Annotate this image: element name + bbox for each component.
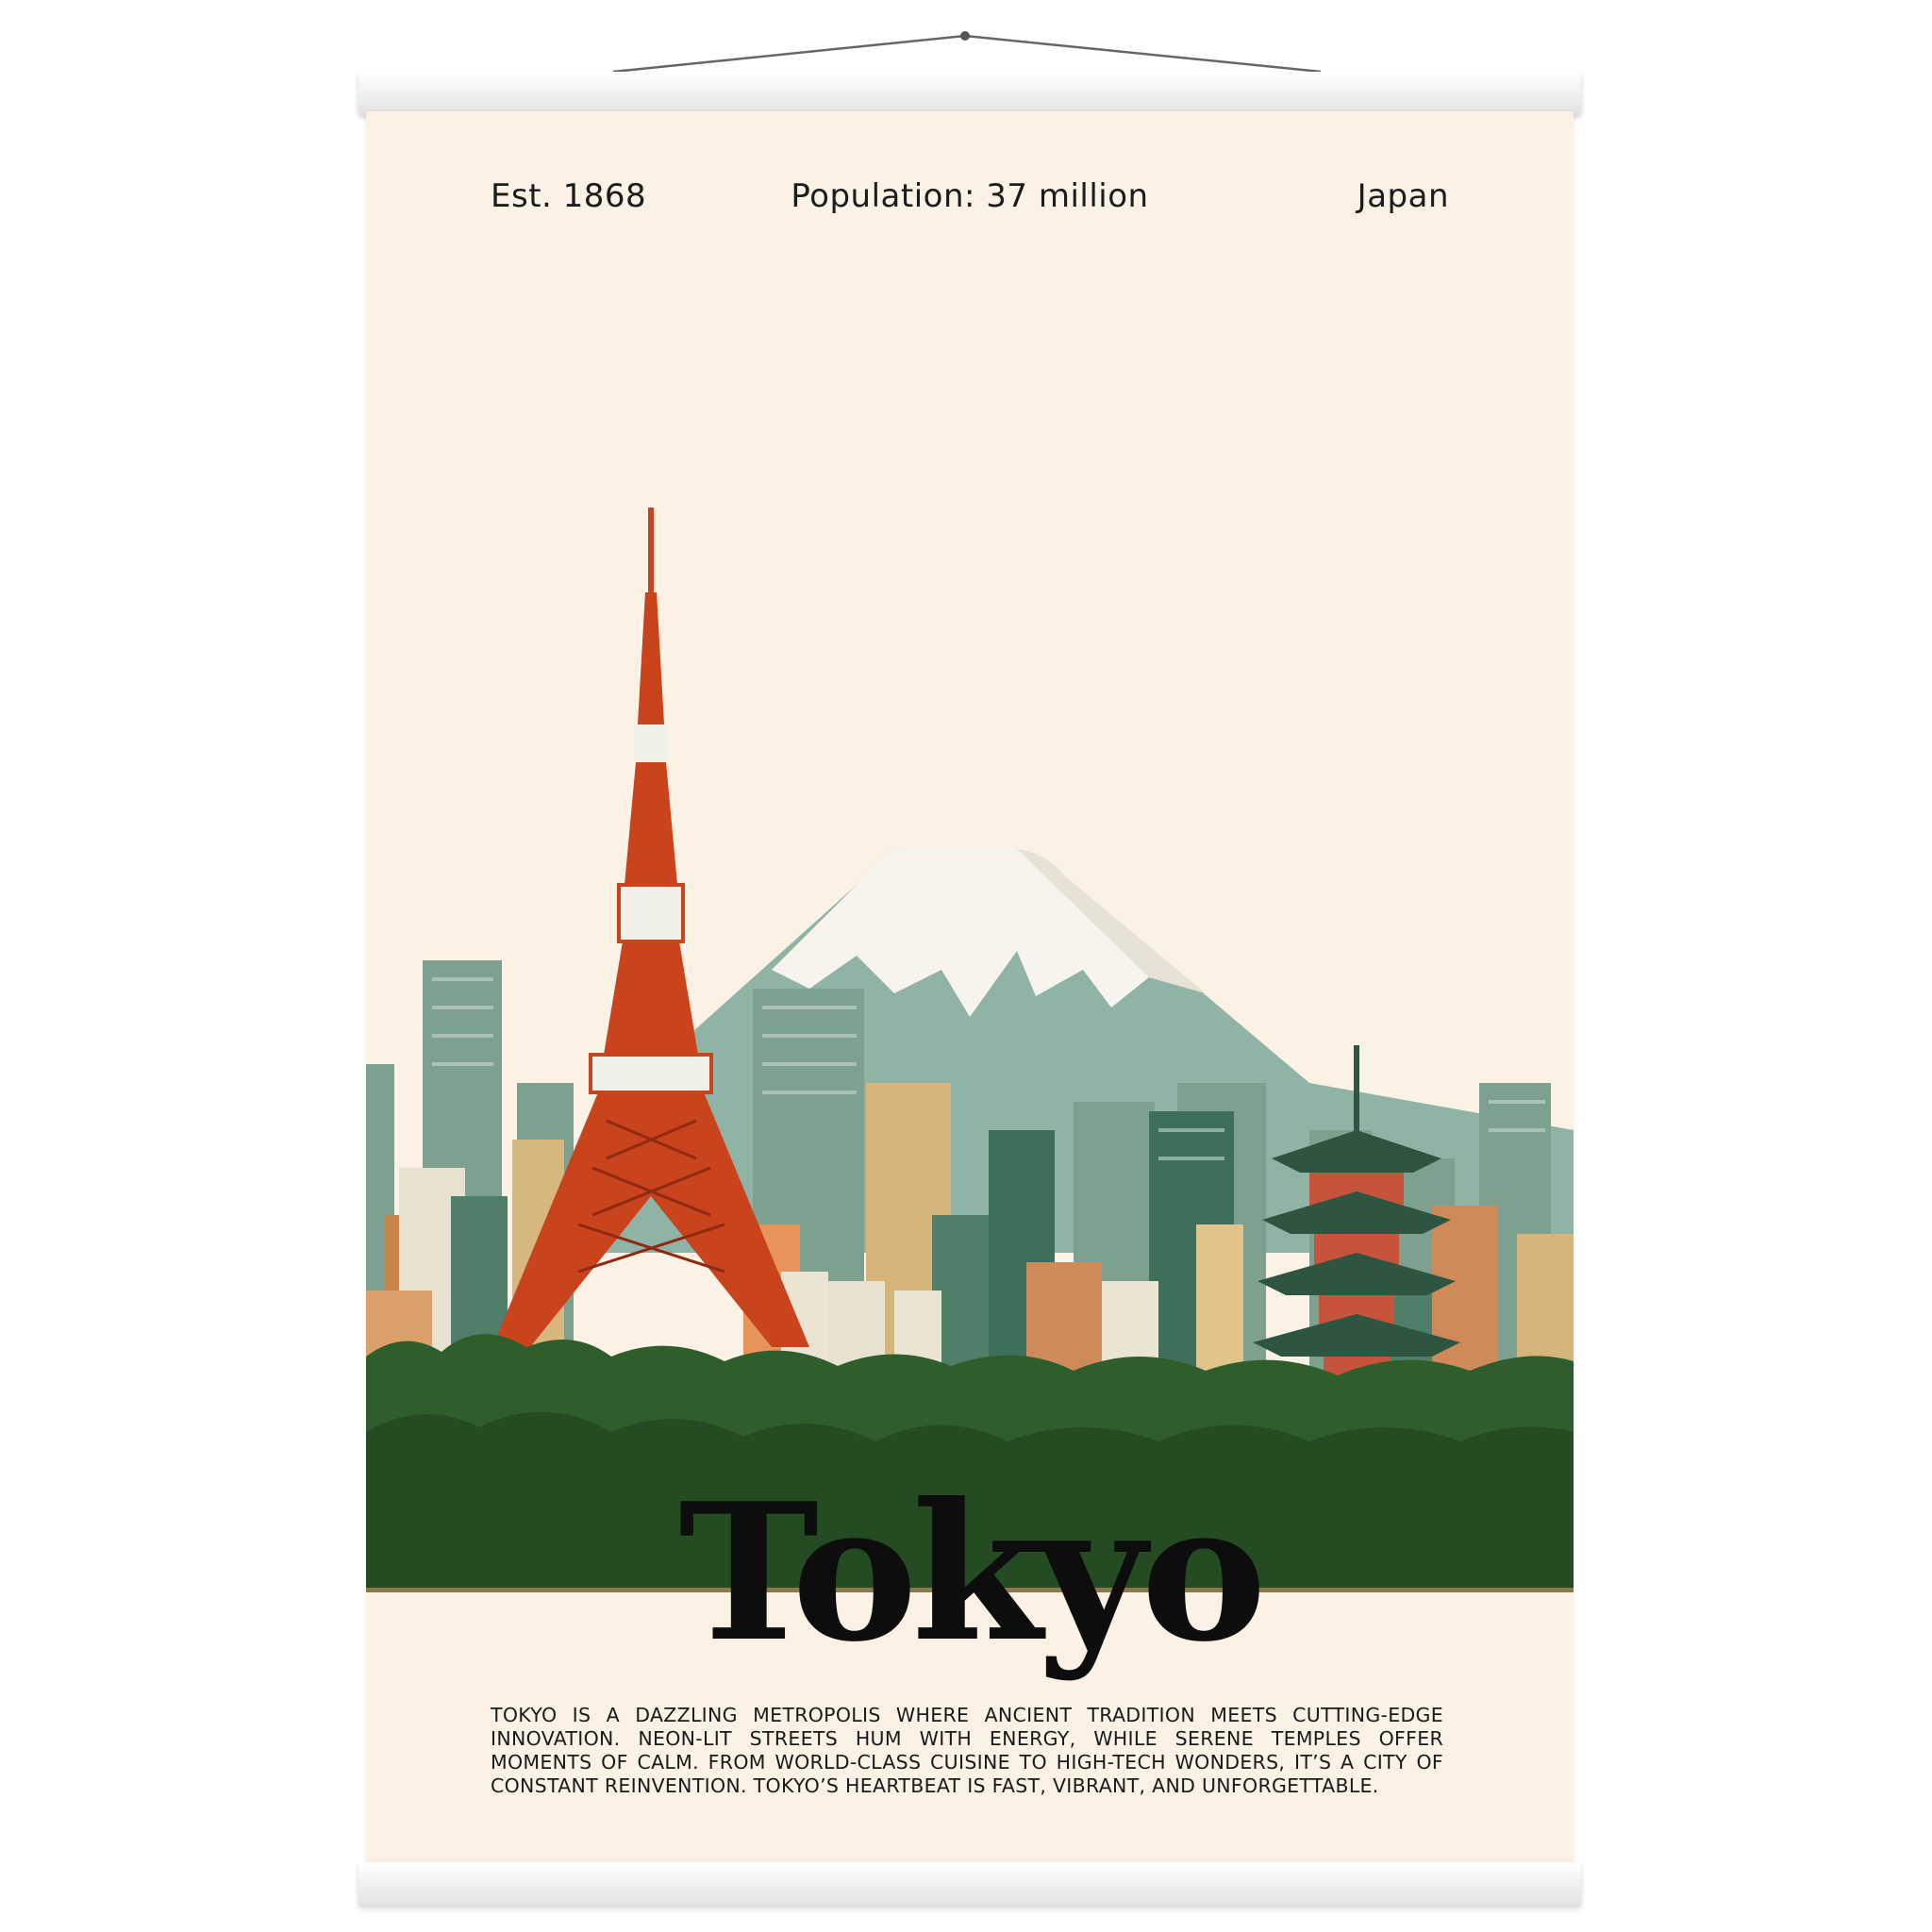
country-label: Japan — [1357, 177, 1449, 215]
top-hanger-rail — [358, 72, 1581, 115]
city-title: Tokyo — [678, 1462, 1266, 1684]
poster: Est. 1868 Population: 37 million Japan T… — [366, 111, 1574, 1866]
city-description: Tokyo is a dazzling metropolis where anc… — [491, 1704, 1443, 1797]
tokyo-skyline-illustration — [366, 508, 1574, 1592]
bottom-hanger-rail — [358, 1862, 1581, 1906]
